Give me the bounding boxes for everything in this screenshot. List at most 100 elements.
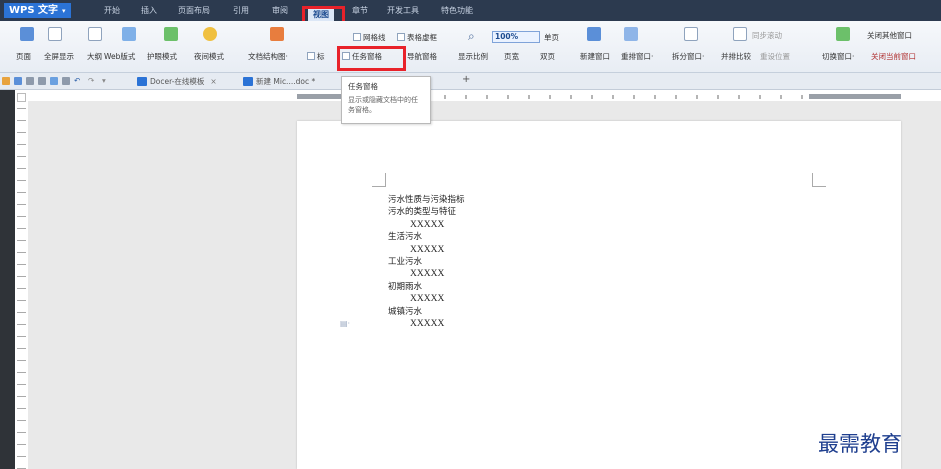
split-window-button[interactable]: 拆分窗口· bbox=[672, 51, 704, 62]
document-line: 城镇污水 bbox=[388, 306, 423, 317]
vertical-ruler bbox=[17, 108, 26, 469]
preview-icon[interactable] bbox=[38, 77, 46, 85]
tab-special-features[interactable]: 特色功能 bbox=[441, 5, 473, 16]
zoom-100-button[interactable]: 100% bbox=[492, 31, 540, 43]
ruler-checkbox-label: 标 bbox=[317, 52, 325, 61]
arrange-window-button[interactable]: 重排窗口· bbox=[621, 51, 653, 62]
document-line: XXXXX bbox=[410, 219, 445, 230]
tab-developer[interactable]: 开发工具 bbox=[387, 5, 419, 16]
app-name: WPS 文字 bbox=[9, 5, 59, 16]
reset-position-button[interactable]: 重设位置 bbox=[760, 51, 790, 62]
tab-review[interactable]: 审阅 bbox=[272, 5, 288, 16]
new-tab-button[interactable]: + bbox=[462, 74, 470, 85]
wps-writer-window: WPS 文字 ▾ 开始 插入 页面布局 引用 审阅 视图 章节 开发工具 特色功能… bbox=[0, 0, 941, 469]
folder-icon[interactable] bbox=[2, 77, 10, 85]
customize-toolbar-icon[interactable]: ▾ bbox=[102, 76, 106, 85]
document-map-button[interactable]: 文档结构图· bbox=[248, 51, 288, 62]
table-grid-checkbox[interactable]: 表格虚框 bbox=[397, 32, 437, 43]
web-layout-button[interactable]: Web版式 bbox=[104, 51, 135, 62]
side-by-side-button[interactable]: 并排比较 bbox=[721, 51, 751, 62]
arrange-window-icon bbox=[624, 27, 638, 41]
document-line: 污水的类型与特征 bbox=[388, 207, 457, 218]
eye-care-icon bbox=[164, 27, 178, 41]
night-mode-icon bbox=[203, 27, 217, 41]
ruler-checkbox[interactable]: 标 bbox=[307, 51, 325, 62]
save-icon[interactable] bbox=[14, 77, 22, 85]
page-view-icon bbox=[20, 27, 34, 41]
new-window-icon bbox=[587, 27, 601, 41]
document-line: XXXXX bbox=[410, 319, 445, 330]
sync-scroll-button[interactable]: 同步滚动 bbox=[752, 30, 782, 41]
side-by-side-icon bbox=[733, 27, 747, 41]
tooltip-title: 任务窗格 bbox=[348, 82, 378, 91]
page-width-button[interactable]: 页宽 bbox=[504, 51, 519, 62]
format-painter-icon[interactable] bbox=[50, 77, 58, 85]
ruler-left-margin bbox=[297, 94, 343, 99]
new-document-tab-label: 新建 Mic....doc * bbox=[256, 77, 316, 86]
table-grid-label: 表格虚框 bbox=[407, 33, 437, 42]
split-window-icon bbox=[684, 27, 698, 41]
ruler-toggle-button[interactable] bbox=[17, 93, 26, 102]
document-body[interactable]: 污水性质与污染指标 污水的类型与特征 XXXXX 生活污水 XXXXX 工业污水… bbox=[388, 194, 465, 330]
nav-pane-button[interactable]: 导航窗格 bbox=[407, 51, 437, 62]
night-mode-button[interactable]: 夜间模式 bbox=[194, 51, 224, 62]
task-pane-tooltip: 任务窗格 显示或隐藏文档中的任务窗格。 bbox=[341, 76, 431, 124]
document-tab-bar: ↶ ↷ ▾ Docer-在线模板 × 新建 Mic....doc * × + bbox=[0, 73, 941, 90]
checkbox-icon bbox=[397, 33, 405, 41]
document-line: 初期雨水 bbox=[388, 281, 423, 292]
gridlines-checkbox[interactable]: 网格线 bbox=[353, 32, 386, 43]
app-menu-button[interactable]: WPS 文字 ▾ bbox=[4, 3, 71, 18]
view-ribbon: 页面 全屏显示 大纲 Web版式 护眼模式 夜间模式 文档结构图· 标 网格线 … bbox=[0, 21, 941, 73]
close-current-window-button[interactable]: 关闭当前窗口 bbox=[871, 51, 916, 62]
page-view-button[interactable]: 页面 bbox=[16, 51, 31, 62]
document-line: XXXXX bbox=[410, 269, 445, 280]
web-layout-icon bbox=[122, 27, 136, 41]
document-line: 工业污水 bbox=[388, 257, 423, 268]
tab-insert[interactable]: 插入 bbox=[141, 5, 157, 16]
task-pane-highlight bbox=[337, 46, 406, 71]
checkbox-icon bbox=[353, 33, 361, 41]
new-window-button[interactable]: 新建窗口 bbox=[580, 51, 610, 62]
tab-page-layout[interactable]: 页面布局 bbox=[178, 5, 210, 16]
chevron-down-icon: ▾ bbox=[62, 7, 66, 15]
gridlines-label: 网格线 bbox=[363, 33, 386, 42]
word-doc-icon bbox=[243, 77, 253, 86]
fullscreen-button[interactable]: 全屏显示 bbox=[44, 51, 74, 62]
watermark-text: 最需教育 bbox=[818, 432, 902, 456]
eye-care-button[interactable]: 护眼模式 bbox=[147, 51, 177, 62]
paragraph-handle-icon[interactable]: ▤· bbox=[340, 319, 350, 328]
tab-sections[interactable]: 章节 bbox=[352, 5, 368, 16]
left-side-panel bbox=[0, 90, 15, 469]
close-icon[interactable]: × bbox=[210, 77, 216, 86]
redo-icon[interactable]: ↷ bbox=[88, 76, 94, 85]
docer-tab-label: Docer-在线模板 bbox=[150, 77, 205, 86]
zoom-button[interactable]: 显示比例 bbox=[458, 51, 488, 62]
margin-corner-top-right bbox=[812, 173, 826, 187]
outline-button[interactable]: 大纲 bbox=[87, 51, 102, 62]
margin-corner-top-left bbox=[372, 173, 386, 187]
outline-icon bbox=[88, 27, 102, 41]
tooltip-description: 显示或隐藏文档中的任务窗格。 bbox=[348, 96, 418, 114]
ruler-right-margin bbox=[809, 94, 901, 99]
document-line: 生活污水 bbox=[388, 232, 423, 243]
zoom-value: 100% bbox=[495, 32, 519, 41]
tab-home[interactable]: 开始 bbox=[104, 5, 120, 16]
magnifier-icon: ⌕ bbox=[468, 29, 475, 43]
document-line: XXXXX bbox=[410, 244, 445, 255]
title-bar: WPS 文字 ▾ 开始 插入 页面布局 引用 审阅 视图 章节 开发工具 特色功能 bbox=[0, 0, 941, 22]
print-icon[interactable] bbox=[26, 77, 34, 85]
copy-icon[interactable] bbox=[62, 77, 70, 85]
switch-window-icon bbox=[836, 27, 850, 41]
close-other-windows-button[interactable]: 关闭其他窗口 bbox=[867, 30, 912, 41]
fullscreen-icon bbox=[48, 27, 62, 41]
two-pages-button[interactable]: 双页 bbox=[540, 51, 555, 62]
checkbox-icon bbox=[307, 52, 315, 60]
switch-window-button[interactable]: 切换窗口· bbox=[822, 51, 854, 62]
undo-icon[interactable]: ↶ bbox=[74, 76, 80, 85]
docer-icon bbox=[137, 77, 147, 86]
document-line: XXXXX bbox=[410, 294, 445, 305]
document-map-icon bbox=[270, 27, 284, 41]
tab-references[interactable]: 引用 bbox=[233, 5, 249, 16]
single-page-button[interactable]: 单页 bbox=[544, 32, 559, 43]
tab-docer-templates[interactable]: Docer-在线模板 × bbox=[150, 76, 217, 87]
